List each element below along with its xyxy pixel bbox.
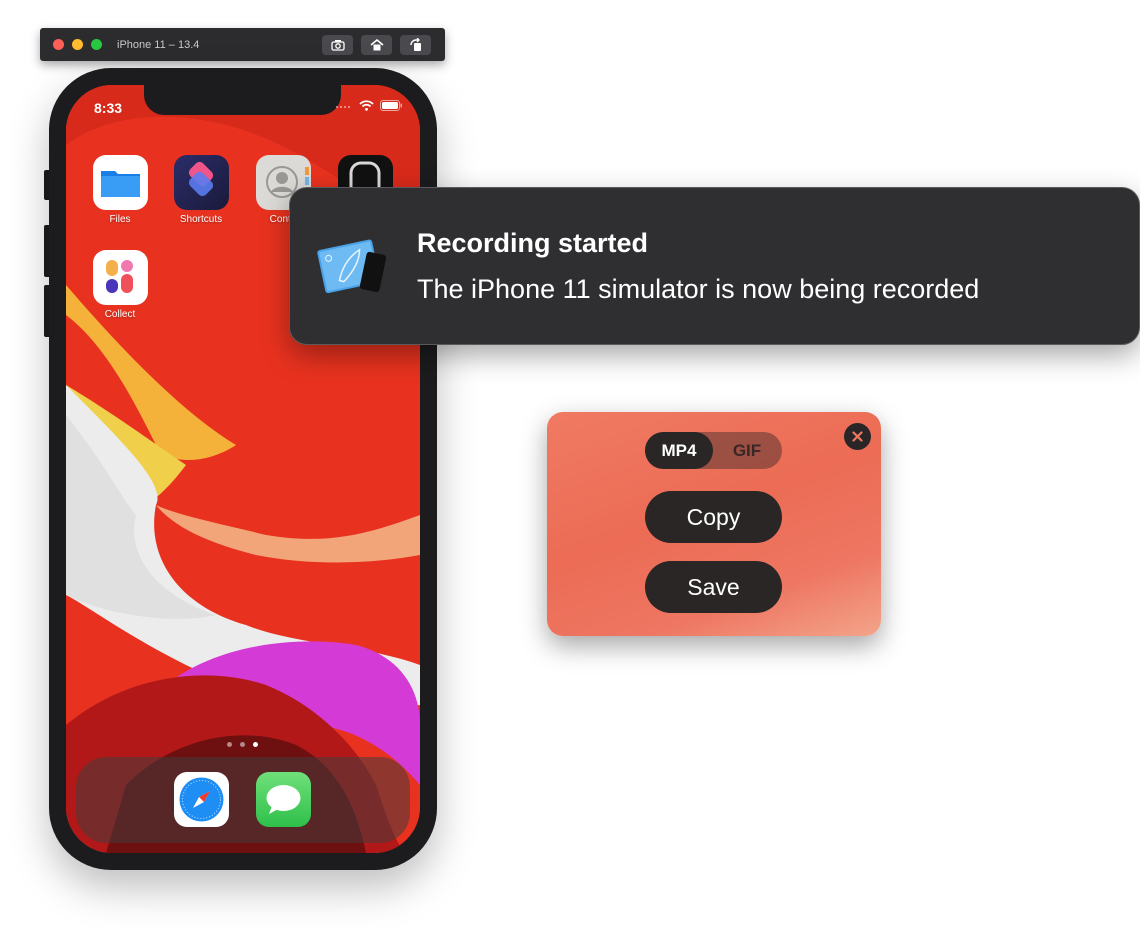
app-collect[interactable]: Collect <box>88 250 152 320</box>
status-indicators <box>335 100 402 111</box>
screenshot-icon <box>330 40 345 51</box>
minimize-window-button[interactable] <box>72 39 83 50</box>
simulator-app-icon <box>317 233 393 301</box>
zoom-window-button[interactable] <box>91 39 102 50</box>
screenshot-button[interactable] <box>322 35 353 55</box>
notch <box>144 85 341 115</box>
save-button[interactable]: Save <box>645 561 782 613</box>
rotate-button[interactable] <box>400 35 431 55</box>
export-panel: MP4 GIF Copy Save <box>547 412 881 636</box>
app-label-files: Files <box>109 214 131 225</box>
battery-icon <box>380 100 402 111</box>
app-label-collect: Collect <box>104 309 136 320</box>
wifi-icon <box>359 100 374 111</box>
safari-icon[interactable] <box>174 772 229 827</box>
page-dot <box>240 742 245 747</box>
home-button[interactable] <box>361 35 392 55</box>
page-dot-active <box>253 742 258 747</box>
files-icon <box>92 155 148 210</box>
close-icon <box>852 431 863 442</box>
format-option-mp4[interactable]: MP4 <box>645 432 713 469</box>
notification-title: Recording started <box>417 228 649 258</box>
page-dot <box>227 742 232 747</box>
notification-body: The iPhone 11 simulator is now being rec… <box>417 274 980 304</box>
app-shortcuts[interactable]: Shortcuts <box>169 155 233 225</box>
close-window-button[interactable] <box>53 39 64 50</box>
copy-button[interactable]: Copy <box>645 491 782 543</box>
shortcuts-icon <box>173 155 229 210</box>
app-label-shortcuts: Shortcuts <box>179 214 223 225</box>
app-files[interactable]: Files <box>88 155 152 225</box>
home-icon <box>369 39 384 51</box>
format-toggle: MP4 GIF <box>645 432 782 469</box>
dock <box>76 757 410 843</box>
status-time: 8:33 <box>94 100 123 116</box>
format-option-gif[interactable]: GIF <box>713 432 781 469</box>
simulator-toolbar <box>322 35 431 55</box>
messages-icon[interactable] <box>256 772 311 827</box>
close-button[interactable] <box>844 423 871 450</box>
simulator-titlebar: iPhone 11 – 13.4 <box>40 28 445 61</box>
window-controls <box>53 39 102 50</box>
collect-icon <box>92 250 148 305</box>
page-indicator[interactable] <box>227 742 258 747</box>
rotate-icon <box>409 38 421 51</box>
cellular-signal-icon <box>336 105 350 108</box>
window-title: iPhone 11 – 13.4 <box>117 38 200 51</box>
recording-notification: Recording started The iPhone 11 simulato… <box>289 187 1140 345</box>
